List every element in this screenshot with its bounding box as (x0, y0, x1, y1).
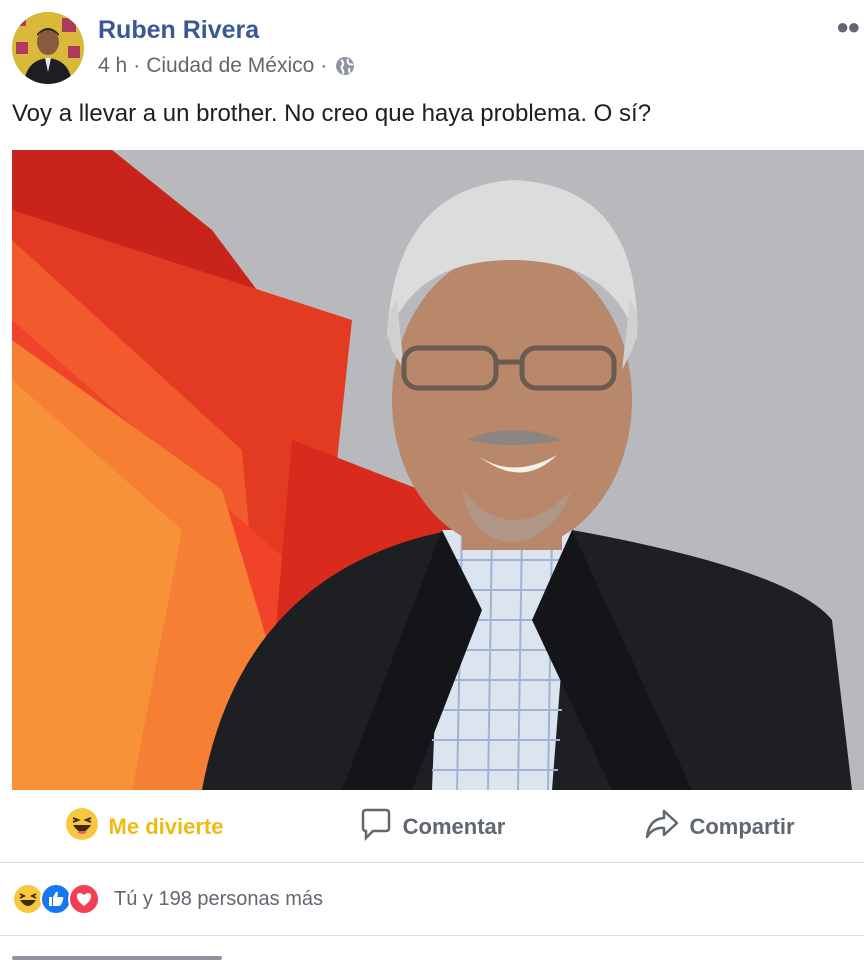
globe-icon[interactable] (335, 56, 355, 76)
separator-dot: · (133, 54, 141, 77)
haha-icon (65, 807, 99, 847)
post-text: Voy a llevar a un brother. No creo que h… (12, 100, 652, 127)
reaction-label: Me divierte (108, 814, 224, 839)
avatar[interactable] (12, 12, 84, 84)
separator-dot: · (320, 54, 328, 77)
share-button[interactable]: Compartir (576, 792, 864, 862)
reaction-icons[interactable] (12, 883, 100, 915)
reaction-button[interactable]: Me divierte (0, 792, 288, 862)
comment-button[interactable]: Comentar (288, 792, 576, 862)
post-location[interactable]: Ciudad de México (146, 54, 314, 78)
post-photo[interactable] (12, 150, 864, 790)
share-label: Compartir (689, 814, 795, 839)
post-time[interactable]: 4 h (98, 54, 127, 78)
love-icon (68, 883, 100, 915)
post-header: Ruben Rivera 4 h · Ciudad de México · ●● (0, 0, 864, 96)
author-name[interactable]: Ruben Rivera (98, 16, 259, 45)
post-actions: Me divierte Comentar Compartir (0, 792, 864, 863)
comment-icon (359, 807, 393, 847)
post-meta: 4 h · Ciudad de México · (98, 54, 355, 78)
comment-label: Comentar (402, 814, 506, 839)
more-options-icon[interactable]: ●● (836, 14, 864, 38)
share-icon (645, 807, 679, 847)
partial-next-row (12, 950, 312, 960)
reaction-summary-text[interactable]: Tú y 198 personas más (114, 888, 323, 911)
reactions-summary: Tú y 198 personas más (0, 863, 864, 936)
